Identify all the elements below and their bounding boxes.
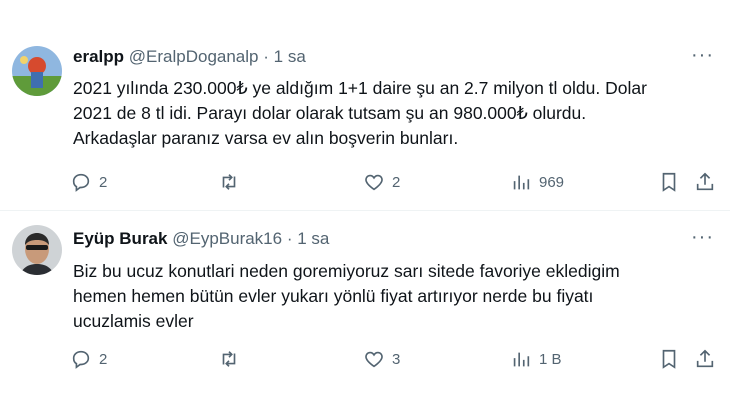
reply-count: 2 (99, 350, 108, 368)
bookmark-icon (662, 349, 676, 369)
views-button[interactable]: 969 (510, 170, 564, 194)
retweet-button[interactable] (218, 347, 247, 371)
like-icon (365, 174, 383, 191)
retweet-icon (222, 351, 236, 367)
tweet-text: Biz bu ucuz konutlari neden goremiyoruz … (73, 259, 713, 334)
tweet-text-line: ucuzlamis evler (73, 311, 194, 331)
separator-dot: · (286, 229, 293, 248)
more-options-icon[interactable]: ··· (691, 227, 714, 247)
like-count: 2 (392, 173, 401, 191)
tweet-actions: 2 3 1 B (70, 347, 720, 371)
tweet-text-line: 2021 de 8 tl idi. Parayı dolar olarak tu… (73, 103, 587, 123)
like-icon (365, 351, 383, 368)
separator-dot: · (263, 47, 269, 66)
avatar-image (12, 225, 62, 275)
reply-button[interactable]: 2 (70, 170, 107, 194)
tweet-text-line: 2021 yılında 230.000₺ ye aldığım 1+1 dai… (73, 78, 647, 98)
tweet[interactable]: Eyüp Burak @EypBurak16 · 1 sa ··· Biz bu… (0, 211, 730, 420)
timestamp[interactable]: 1 sa (297, 229, 329, 248)
like-button[interactable]: 3 (363, 347, 400, 371)
user-handle[interactable]: @EypBurak16 (172, 229, 282, 248)
user-handle[interactable]: @EralpDoganalp (129, 47, 259, 66)
share-icon (696, 172, 714, 191)
tweet[interactable]: eralpp @EralpDoganalp · 1 sa ··· 2021 yı… (0, 0, 730, 210)
retweet-button[interactable] (218, 170, 247, 194)
views-icon (513, 352, 530, 367)
tweet-text-line: Biz bu ucuz konutlari neden goremiyoruz … (73, 261, 620, 281)
avatar-image (12, 46, 62, 96)
like-count: 3 (392, 350, 401, 368)
tweet-header: eralpp @EralpDoganalp · 1 sa (73, 47, 306, 67)
bookmark-button[interactable] (658, 347, 680, 371)
more-options-icon[interactable]: ··· (691, 45, 714, 65)
tweet-text: 2021 yılında 230.000₺ ye aldığım 1+1 dai… (73, 76, 713, 151)
avatar[interactable] (12, 225, 62, 275)
reply-count: 2 (99, 173, 108, 191)
tweet-text-line: hemen hemen bütün evler yukarı yönlü fiy… (73, 286, 594, 306)
tweet-header: Eyüp Burak @EypBurak16 · 1 sa (73, 229, 329, 249)
display-name[interactable]: Eyüp Burak (73, 229, 167, 248)
reply-icon (72, 350, 90, 369)
reply-button[interactable]: 2 (70, 347, 107, 371)
avatar[interactable] (12, 46, 62, 96)
view-count: 969 (539, 173, 565, 191)
bookmark-button[interactable] (658, 170, 680, 194)
like-button[interactable]: 2 (363, 170, 400, 194)
share-icon (696, 349, 714, 368)
bookmark-icon (662, 172, 676, 192)
display-name[interactable]: eralpp (73, 47, 124, 66)
share-button[interactable] (694, 347, 716, 371)
views-icon (513, 175, 530, 190)
timestamp[interactable]: 1 sa (274, 47, 306, 66)
view-count: 1 B (539, 350, 562, 368)
tweet-actions: 2 2 969 (70, 170, 720, 194)
retweet-icon (222, 174, 236, 190)
views-button[interactable]: 1 B (510, 347, 562, 371)
reply-icon (72, 173, 90, 192)
share-button[interactable] (694, 170, 716, 194)
tweet-text-line: Arkadaşlar paranız varsa ev alın boşveri… (73, 128, 459, 148)
